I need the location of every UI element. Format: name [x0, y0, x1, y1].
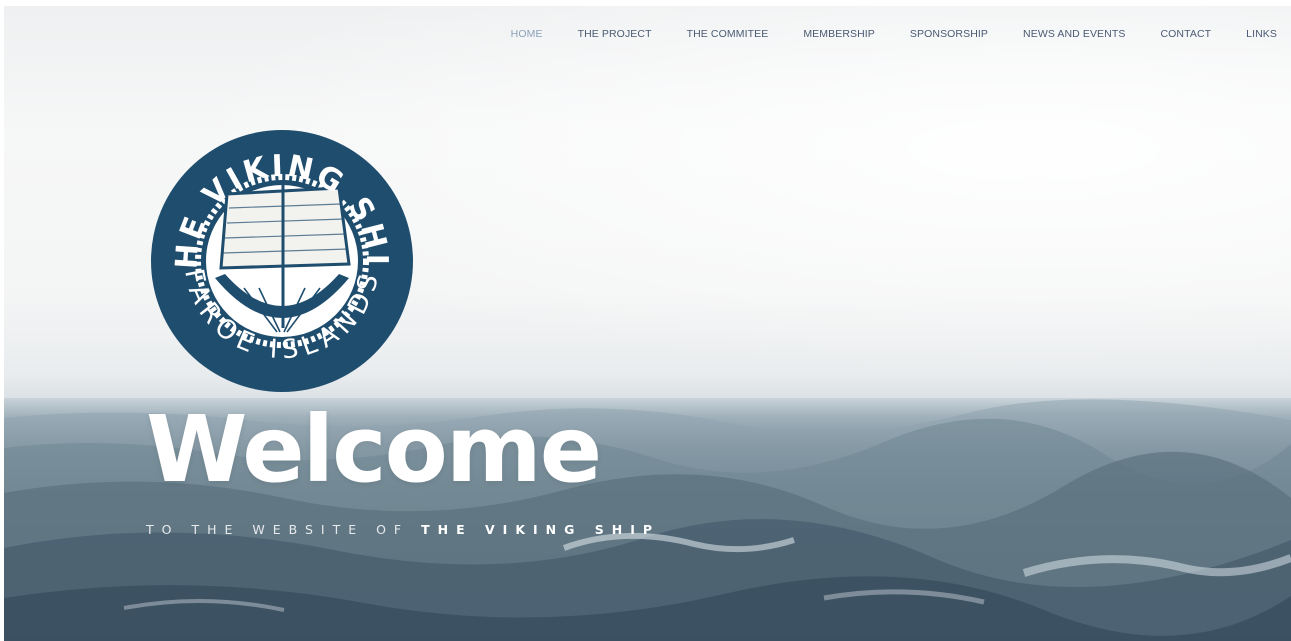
page: THE VIKING SHIP FAROE ISLANDS Welcome TO…	[0, 0, 1291, 641]
logo-sail	[219, 186, 351, 270]
tagline-prefix: TO THE WEBSITE OF	[146, 522, 422, 537]
hero-banner: THE VIKING SHIP FAROE ISLANDS Welcome TO…	[4, 6, 1291, 641]
viking-ship-logo[interactable]: THE VIKING SHIP FAROE ISLANDS	[149, 128, 415, 394]
nav-item-membership[interactable]: MEMBERSHIP	[803, 28, 875, 40]
nav-item-news-and-events[interactable]: NEWS AND EVENTS	[1023, 28, 1125, 40]
nav-item-contact[interactable]: CONTACT	[1160, 28, 1211, 40]
nav-item-sponsorship[interactable]: SPONSORSHIP	[910, 28, 988, 40]
welcome-tagline: TO THE WEBSITE OF THE VIKING SHIP	[146, 522, 660, 537]
welcome-heading: Welcome	[146, 396, 602, 503]
tagline-site-name: THE VIKING SHIP	[421, 522, 660, 537]
main-navigation: HOME THE PROJECT THE COMMITEE MEMBERSHIP…	[476, 28, 1277, 40]
nav-item-links[interactable]: LINKS	[1246, 28, 1277, 40]
nav-item-home[interactable]: HOME	[511, 28, 543, 40]
nav-item-the-commitee[interactable]: THE COMMITEE	[687, 28, 769, 40]
nav-item-the-project[interactable]: THE PROJECT	[578, 28, 652, 40]
